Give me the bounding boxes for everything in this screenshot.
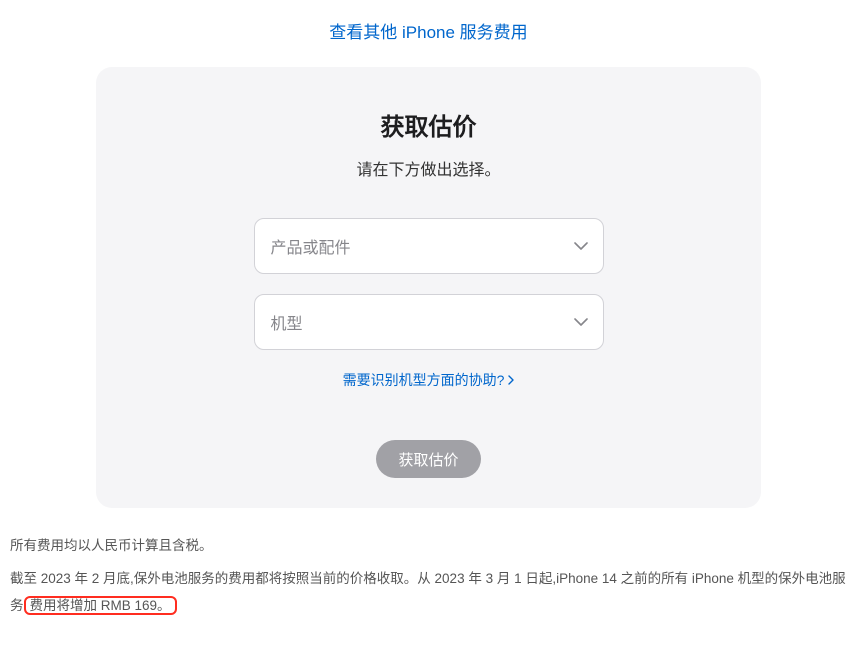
other-service-fees-link[interactable]: 查看其他 iPhone 服务费用: [329, 23, 527, 42]
top-link-container: 查看其他 iPhone 服务费用: [0, 0, 857, 67]
product-select-placeholder: 产品或配件: [271, 234, 351, 258]
model-select-placeholder: 机型: [271, 310, 303, 334]
price-increase-annotation: 费用将增加 RMB 169。: [24, 596, 177, 615]
card-title: 获取估价: [126, 107, 731, 142]
model-select[interactable]: 机型: [254, 294, 604, 350]
product-select[interactable]: 产品或配件: [254, 218, 604, 274]
footer-line2-prefix: 务: [10, 598, 24, 613]
footer-line2-part1: 截至 2023 年 2 月底,保外电池服务的费用都将按照当前的价格收取。从 20…: [10, 571, 846, 586]
estimate-card: 获取估价 请在下方做出选择。 产品或配件 机型 需要识别机型方面的协助?: [96, 67, 761, 508]
model-help-link[interactable]: 需要识别机型方面的协助?: [343, 370, 515, 390]
footer-text: 所有费用均以人民币计算且含税。 截至 2023 年 2 月底,保外电池服务的费用…: [10, 532, 847, 619]
get-estimate-button[interactable]: 获取估价: [376, 440, 480, 478]
product-select-wrap: 产品或配件: [254, 218, 604, 274]
help-link-container: 需要识别机型方面的协助?: [126, 370, 731, 390]
footer-line2: 截至 2023 年 2 月底,保外电池服务的费用都将按照当前的价格收取。从 20…: [10, 565, 847, 619]
chevron-right-icon: [508, 372, 514, 388]
model-select-wrap: 机型: [254, 294, 604, 350]
footer-line1: 所有费用均以人民币计算且含税。: [10, 532, 847, 559]
model-help-link-label: 需要识别机型方面的协助?: [343, 370, 505, 390]
card-subtitle: 请在下方做出选择。: [126, 156, 731, 180]
